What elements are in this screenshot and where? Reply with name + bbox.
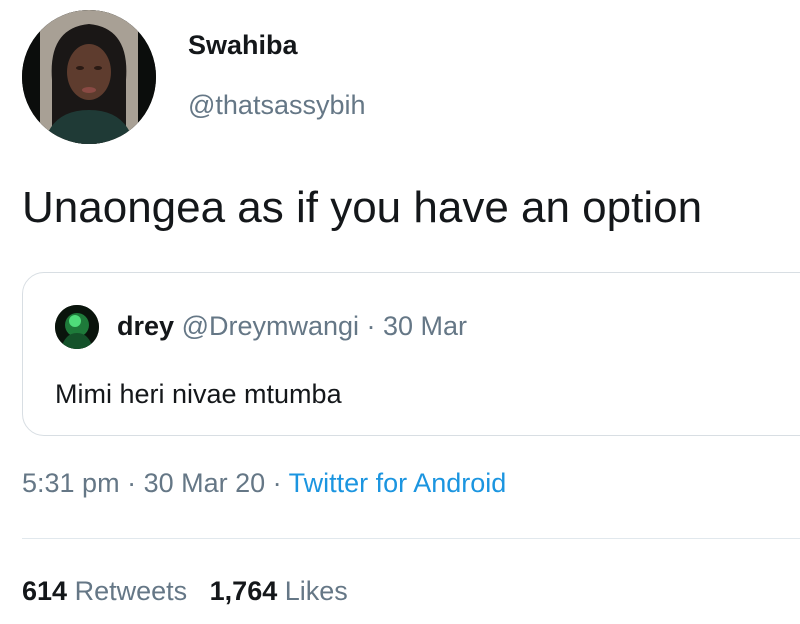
- author-display-name[interactable]: Swahiba: [188, 32, 298, 59]
- tweet-source-link[interactable]: Twitter for Android: [289, 468, 507, 498]
- retweets-stat[interactable]: 614 Retweets: [22, 576, 187, 606]
- retweets-label: Retweets: [74, 576, 188, 606]
- tweet-time[interactable]: 5:31 pm: [22, 468, 120, 498]
- timestamp-separator: ·: [119, 468, 144, 498]
- divider: [22, 538, 800, 539]
- quoted-tweet-card[interactable]: drey @Dreymwangi · 30 Mar Mimi heri niva…: [22, 272, 800, 436]
- quoted-author-handle[interactable]: @Dreymwangi: [182, 311, 359, 341]
- quoted-tweet-text: Mimi heri nivae mtumba: [55, 379, 342, 409]
- author-handle[interactable]: @thatsassybih: [188, 92, 366, 119]
- timestamp-separator: ·: [265, 468, 289, 498]
- quoted-tweet-header: drey @Dreymwangi · 30 Mar: [117, 313, 467, 340]
- profile-photo-icon: [22, 10, 156, 144]
- quoted-tweet-date: 30 Mar: [383, 311, 468, 341]
- likes-stat[interactable]: 1,764 Likes: [210, 576, 348, 606]
- quoted-author-avatar[interactable]: [55, 305, 99, 349]
- tweet-timestamp-row: 5:31 pm · 30 Mar 20 · Twitter for Androi…: [22, 470, 506, 497]
- tweet-text: Unaongea as if you have an option: [22, 183, 703, 232]
- tweet-date[interactable]: 30 Mar 20: [144, 468, 266, 498]
- quoted-separator: ·: [359, 311, 384, 341]
- profile-photo-icon: [55, 305, 99, 349]
- quoted-author-name[interactable]: drey: [117, 311, 174, 341]
- likes-count: 1,764: [209, 576, 278, 606]
- author-avatar[interactable]: [22, 10, 156, 144]
- likes-label: Likes: [284, 576, 348, 606]
- retweets-count: 614: [22, 576, 68, 606]
- tweet-stats: 614 Retweets 1,764 Likes: [22, 578, 348, 605]
